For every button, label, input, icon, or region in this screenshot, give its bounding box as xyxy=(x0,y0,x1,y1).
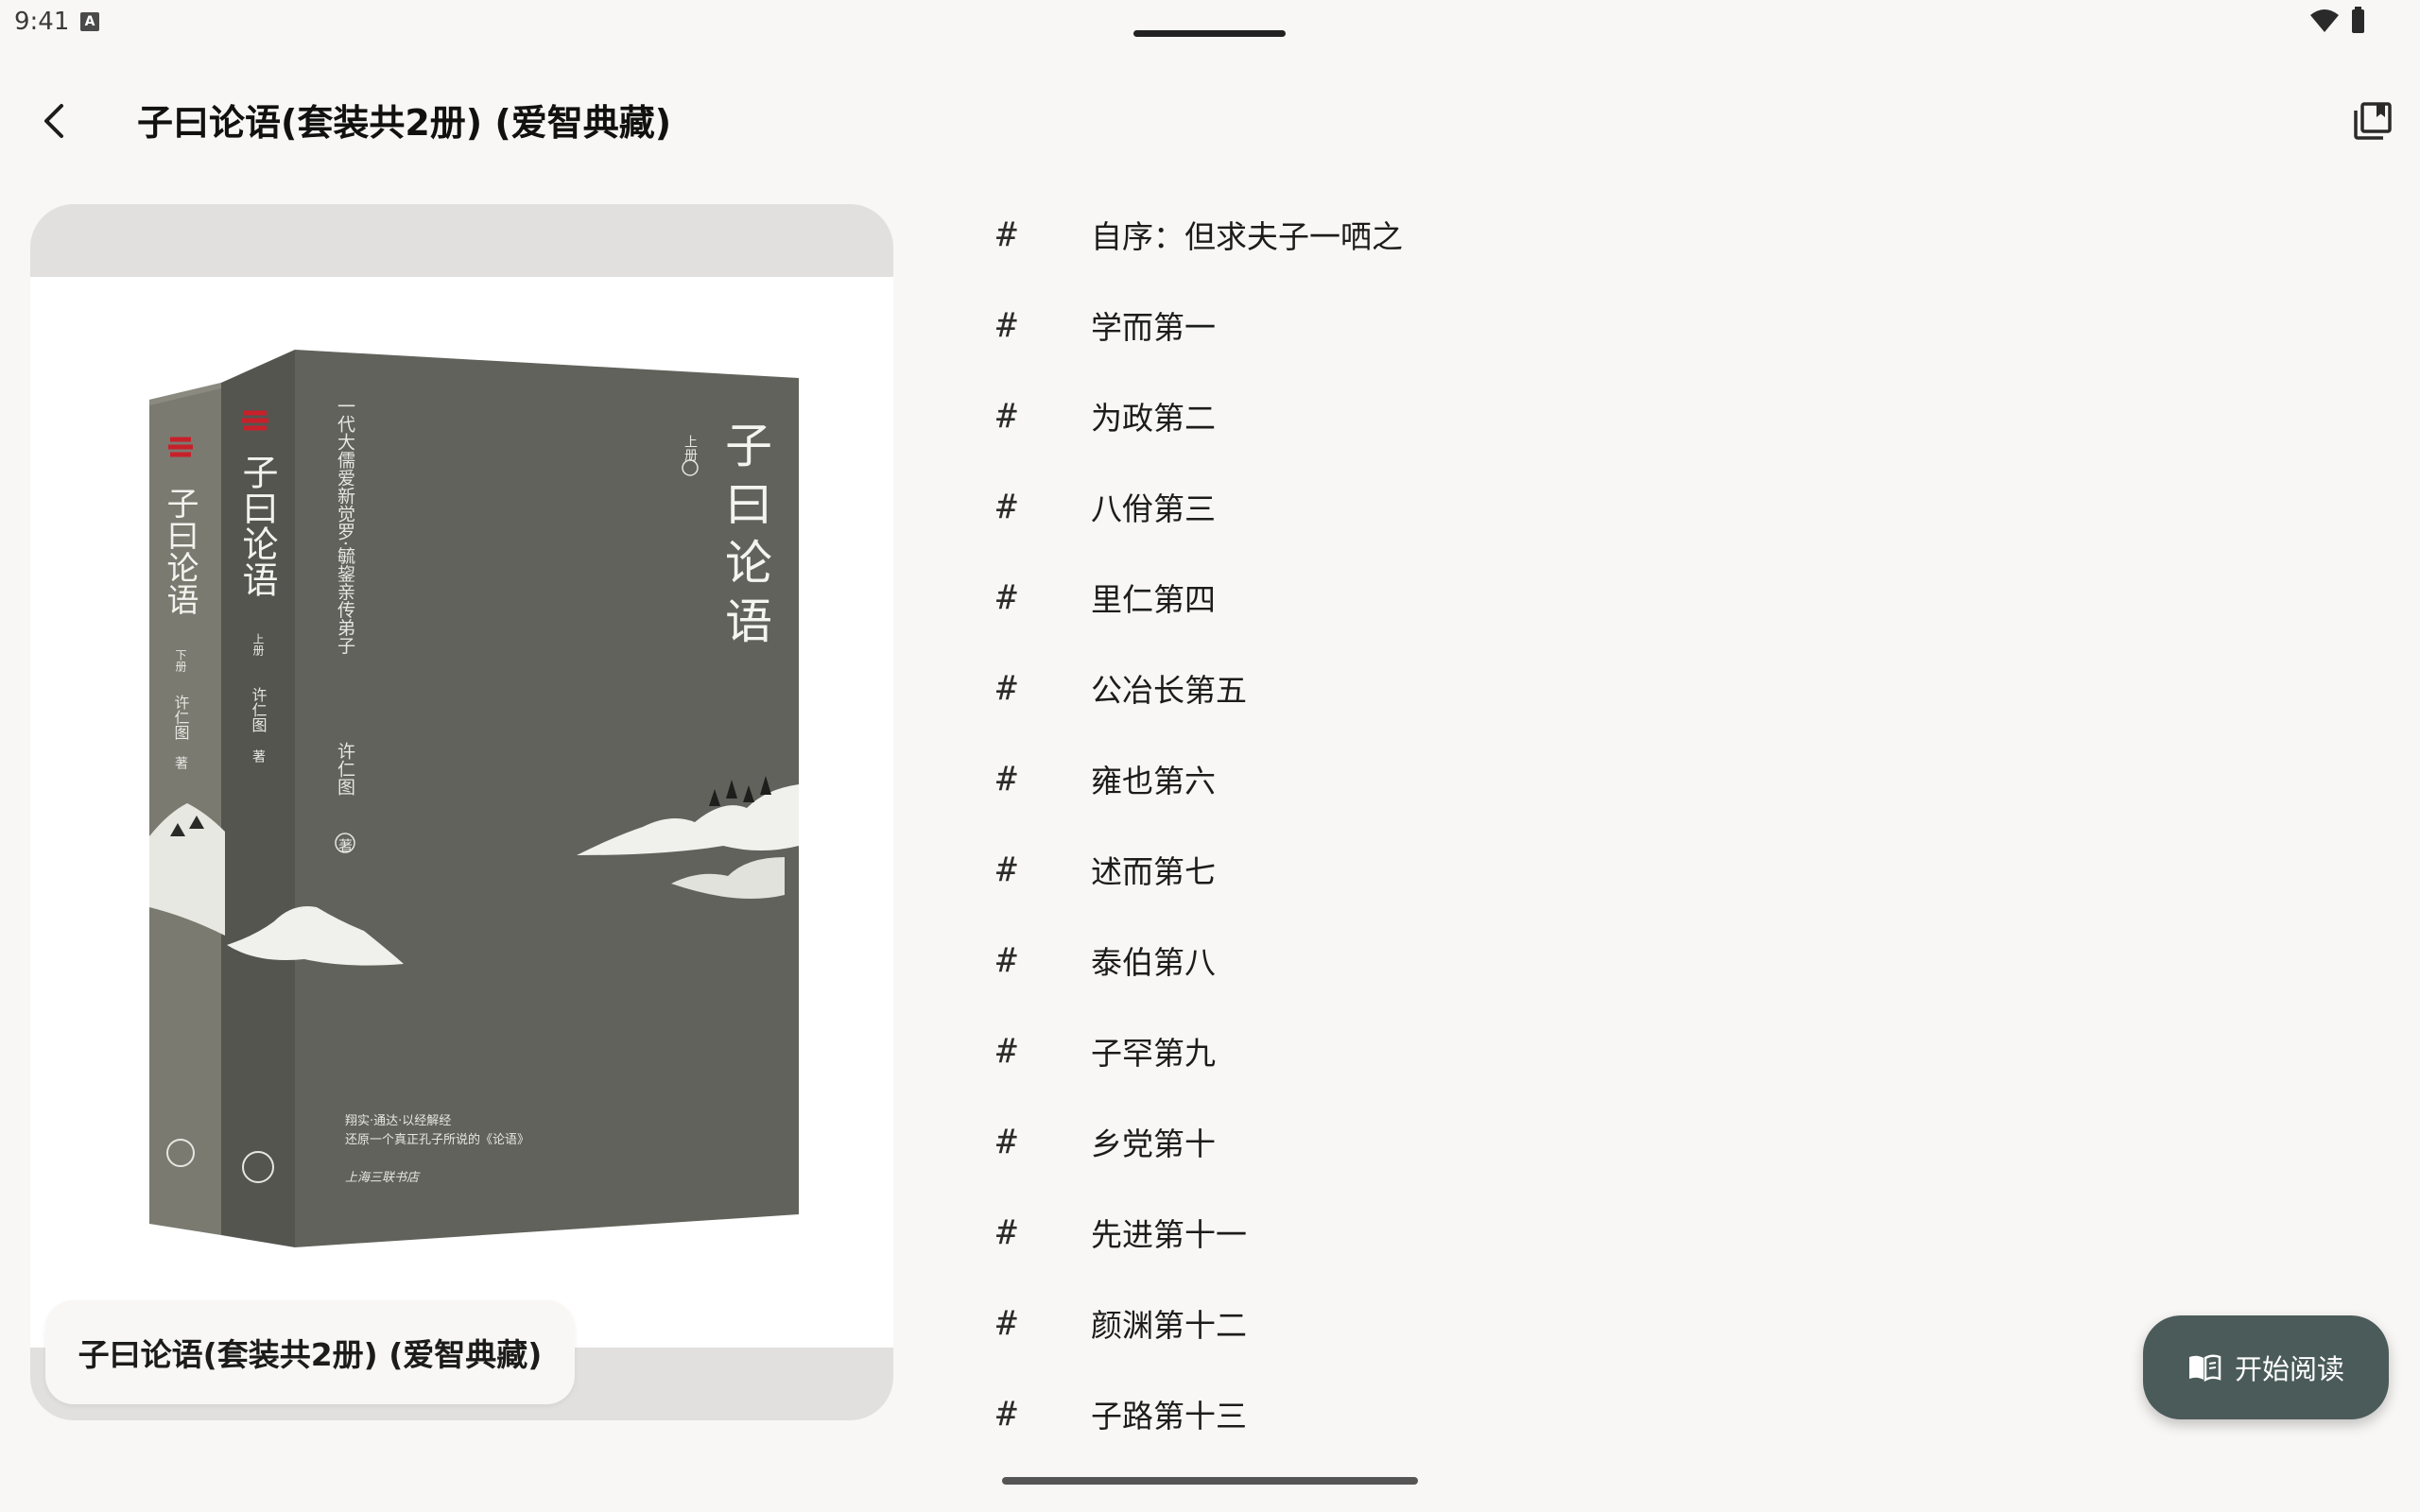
chapter-hash-icon: # xyxy=(996,487,1017,526)
front-tagline-2: 还原一个真正孔子所说的《论语》 xyxy=(345,1132,529,1147)
battery-icon xyxy=(2352,7,2364,33)
spine1-volume: 上册 xyxy=(251,633,265,657)
chapter-hash-icon: # xyxy=(996,668,1017,708)
chapter-item[interactable]: # 里仁第四 xyxy=(983,552,2212,643)
chapter-hash-icon: # xyxy=(996,305,1017,345)
start-reading-button[interactable]: 开始阅读 xyxy=(2143,1315,2389,1419)
spine2-author-suffix: 著 xyxy=(173,756,188,769)
spine2-author: 许仁图 xyxy=(172,695,190,740)
chapter-item[interactable]: # 为政第二 xyxy=(983,370,2212,461)
chapter-hash-icon: # xyxy=(996,1122,1017,1161)
chapter-item[interactable]: # 乡党第十 xyxy=(983,1096,2212,1187)
chapter-item[interactable]: # 子罕第九 xyxy=(983,1005,2212,1096)
chapter-item[interactable]: # 先进第十一 xyxy=(983,1187,2212,1278)
front-tagline-1: 翔实·通达·以经解经 xyxy=(345,1114,451,1128)
book-detail-screen: 9:41 A 子曰论语(套装共2册) (爱智典藏) 子曰论语 下册 许仁图 著 … xyxy=(0,0,2420,1512)
chapter-label: 公冶长第五 xyxy=(1091,672,1247,709)
open-book-icon xyxy=(2188,1354,2221,1382)
spine2-volume: 下册 xyxy=(174,649,187,673)
front-volume: 上册 xyxy=(683,435,698,462)
bookshelf-button[interactable] xyxy=(2346,94,2399,147)
book-cover-image: 子曰论语 下册 许仁图 著 子曰论语 上册 许仁图 著 子曰论语 上册 一代大儒… xyxy=(149,350,799,1247)
home-indicator xyxy=(1002,1477,1418,1485)
start-reading-label: 开始阅读 xyxy=(2234,1353,2344,1385)
chapter-label: 八佾第三 xyxy=(1091,490,1216,527)
chapter-item[interactable]: # 八佾第三 xyxy=(983,461,2212,552)
chapter-hash-icon: # xyxy=(996,759,1017,799)
chapter-hash-icon: # xyxy=(996,577,1017,617)
front-publisher: 上海三联书店 xyxy=(345,1171,421,1185)
chapter-hash-icon: # xyxy=(996,1303,1017,1343)
chapter-item[interactable]: # 泰伯第八 xyxy=(983,915,2212,1005)
front-author: 许仁图 xyxy=(335,742,355,796)
spine1-author-suffix: 著 xyxy=(251,749,266,763)
chapter-item[interactable]: # 公冶长第五 xyxy=(983,643,2212,733)
spine2-title: 子曰论语 xyxy=(161,487,199,615)
front-subtitle: 一代大儒爱新觉罗·毓鋆亲传弟子 xyxy=(335,397,355,654)
chapter-label: 子罕第九 xyxy=(1091,1035,1216,1072)
status-time: 9:41 xyxy=(14,8,70,36)
chapter-label: 里仁第四 xyxy=(1091,581,1216,618)
cover-caption: 子曰论语(套装共2册) (爱智典藏) xyxy=(45,1300,575,1404)
chapter-hash-icon: # xyxy=(996,940,1017,980)
chapter-label: 为政第二 xyxy=(1091,400,1216,437)
spine1-title: 子曰论语 xyxy=(236,454,278,597)
chapter-item[interactable]: # 颜渊第十二 xyxy=(983,1278,2212,1368)
chapter-hash-icon: # xyxy=(996,850,1017,889)
chapter-label: 学而第一 xyxy=(1091,309,1216,346)
chapter-label: 自序：但求夫子一哂之 xyxy=(1091,218,1403,255)
page-title: 子曰论语(套装共2册) (爱智典藏) xyxy=(137,102,672,144)
chapter-item[interactable]: # 雍也第六 xyxy=(983,733,2212,824)
chapter-item[interactable]: # 学而第一 xyxy=(983,280,2212,370)
arrow-back-icon xyxy=(44,104,63,138)
chapter-item[interactable]: # 子路第十三 xyxy=(983,1368,2212,1459)
chapter-hash-icon: # xyxy=(996,396,1017,436)
spine1-author: 许仁图 xyxy=(250,687,268,732)
notification-a-icon: A xyxy=(80,12,99,31)
wifi-icon xyxy=(2310,9,2339,32)
back-button[interactable] xyxy=(28,94,81,147)
chapter-hash-icon: # xyxy=(996,1394,1017,1434)
front-title: 子曰论语 xyxy=(717,421,772,655)
chapter-hash-icon: # xyxy=(996,1031,1017,1071)
chapter-item[interactable]: # 自序：但求夫子一哂之 xyxy=(983,189,2212,280)
library-books-icon xyxy=(2354,102,2392,140)
chapter-list: # 自序：但求夫子一哂之 # 学而第一 # 为政第二 # 八佾第三 # 里仁第四 # 公冶长第五 # 雍也… xyxy=(983,189,2212,1459)
chapter-label: 子路第十三 xyxy=(1091,1398,1247,1435)
chapter-label: 雍也第六 xyxy=(1091,763,1216,799)
top-drag-handle xyxy=(1133,30,1286,37)
chapter-label: 乡党第十 xyxy=(1091,1125,1216,1162)
chapter-label: 先进第十一 xyxy=(1091,1216,1247,1253)
chapter-label: 颜渊第十二 xyxy=(1091,1307,1247,1344)
chapter-item[interactable]: # 述而第七 xyxy=(983,824,2212,915)
chapter-label: 泰伯第八 xyxy=(1091,944,1216,981)
chapter-hash-icon: # xyxy=(996,1212,1017,1252)
chapter-hash-icon: # xyxy=(996,215,1017,254)
chapter-label: 述而第七 xyxy=(1091,853,1216,890)
